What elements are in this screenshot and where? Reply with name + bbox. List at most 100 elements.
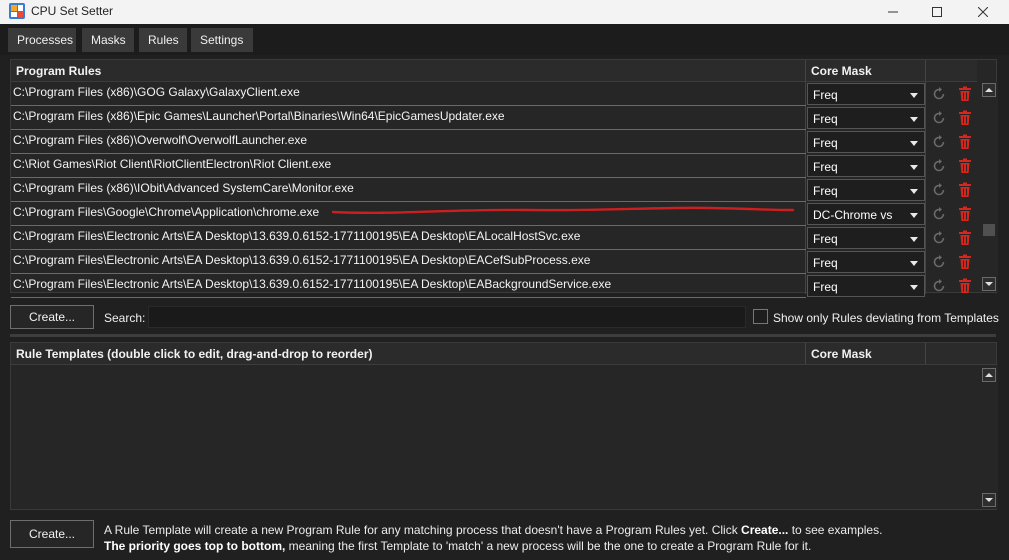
tab-masks[interactable]: Masks — [82, 28, 134, 52]
trash-icon[interactable] — [954, 251, 976, 273]
program-rule-row[interactable]: C:\Program Files (x86)\Epic Games\Launch… — [11, 106, 977, 130]
core-mask-value: DC-Chrome vs — [813, 208, 893, 222]
trash-icon[interactable] — [954, 155, 976, 177]
rule-path: C:\Program Files\Electronic Arts\EA Desk… — [13, 253, 591, 267]
info-line2-text: meaning the first Template to 'match' a … — [285, 539, 812, 553]
core-mask-value: Freq — [813, 112, 838, 126]
core-mask-value: Freq — [813, 232, 838, 246]
trash-icon[interactable] — [954, 131, 976, 153]
rule-templates-header: Rule Templates (double click to edit, dr… — [11, 343, 805, 365]
template-info-text: A Rule Template will create a new Progra… — [104, 522, 882, 554]
core-mask-value: Freq — [813, 88, 838, 102]
actions-header — [925, 60, 977, 82]
core-mask-dropdown[interactable]: Freq — [807, 251, 925, 273]
rule-templates-scrollbar[interactable] — [980, 365, 998, 509]
minimize-button[interactable] — [870, 0, 916, 24]
core-mask-value: Freq — [813, 256, 838, 270]
chevron-down-icon — [910, 93, 918, 98]
core-mask-dropdown[interactable]: Freq — [807, 275, 925, 297]
rule-path: C:\Program Files\Google\Chrome\Applicati… — [13, 205, 320, 219]
info-line1-text: A Rule Template will create a new Progra… — [104, 523, 742, 537]
program-rule-row[interactable]: C:\Program Files (x86)\IObit\Advanced Sy… — [11, 178, 977, 202]
core-mask-dropdown[interactable]: Freq — [807, 179, 925, 201]
search-input[interactable] — [148, 306, 746, 328]
refresh-icon[interactable] — [928, 107, 950, 129]
rule-path: C:\Program Files (x86)\IObit\Advanced Sy… — [13, 181, 354, 195]
annotation-underline — [331, 206, 795, 215]
create-template-button[interactable]: Create... — [10, 520, 94, 548]
refresh-icon[interactable] — [928, 275, 950, 297]
show-deviating-label: Show only Rules deviating from Templates — [773, 311, 999, 325]
tab-settings[interactable]: Settings — [191, 28, 253, 52]
chevron-down-icon — [910, 117, 918, 122]
trash-icon[interactable] — [954, 107, 976, 129]
program-rules-panel: Program Rules Core Mask C:\Program Files… — [10, 59, 998, 298]
rule-path: C:\Program Files (x86)\Epic Games\Launch… — [13, 109, 505, 123]
info-priority-emphasis: The priority goes top to bottom, — [104, 539, 286, 553]
core-mask-dropdown[interactable]: Freq — [807, 83, 925, 105]
show-deviating-checkbox[interactable] — [753, 309, 768, 324]
core-mask-dropdown[interactable]: Freq — [807, 107, 925, 129]
program-rule-row[interactable]: C:\Program Files\Electronic Arts\EA Desk… — [11, 274, 977, 298]
core-mask-header: Core Mask — [805, 60, 925, 82]
program-rules-scrollbar[interactable] — [980, 82, 998, 292]
close-button[interactable] — [960, 0, 1006, 24]
core-mask-dropdown[interactable]: Freq — [807, 155, 925, 177]
refresh-icon[interactable] — [928, 227, 950, 249]
rule-path: C:\Program Files\Electronic Arts\EA Desk… — [13, 277, 612, 291]
rule-path: C:\Riot Games\Riot Client\RiotClientElec… — [13, 157, 332, 171]
scroll-thumb[interactable] — [983, 224, 995, 236]
core-mask-value: Freq — [813, 136, 838, 150]
rule-path: C:\Program Files (x86)\GOG Galaxy\Galaxy… — [13, 85, 300, 99]
tab-processes[interactable]: Processes — [8, 28, 76, 52]
core-mask-dropdown[interactable]: Freq — [807, 131, 925, 153]
refresh-icon[interactable] — [928, 155, 950, 177]
trash-icon[interactable] — [954, 83, 976, 105]
refresh-icon[interactable] — [928, 179, 950, 201]
rule-path: C:\Program Files\Electronic Arts\EA Desk… — [13, 229, 581, 243]
trash-icon[interactable] — [954, 203, 976, 225]
refresh-icon[interactable] — [928, 251, 950, 273]
program-rule-row[interactable]: C:\Program Files\Electronic Arts\EA Desk… — [11, 226, 977, 250]
refresh-icon[interactable] — [928, 203, 950, 225]
scroll-down-button[interactable] — [982, 493, 996, 507]
tab-bar: Processes Masks Rules Settings — [0, 24, 1009, 55]
program-rule-row[interactable]: C:\Program Files\Electronic Arts\EA Desk… — [11, 250, 977, 274]
scroll-up-button[interactable] — [982, 368, 996, 382]
tab-rules[interactable]: Rules — [139, 28, 187, 52]
cpu-app-icon — [8, 2, 26, 20]
program-rules-header: Program Rules — [11, 60, 805, 82]
program-rule-row[interactable]: C:\Program Files (x86)\GOG Galaxy\Galaxy… — [11, 82, 977, 106]
core-mask-value: Freq — [813, 160, 838, 174]
template-core-mask-header: Core Mask — [805, 343, 925, 365]
chevron-down-icon — [910, 141, 918, 146]
search-label: Search: — [104, 311, 146, 325]
scroll-down-button[interactable] — [982, 277, 996, 291]
template-actions-header — [925, 343, 996, 365]
core-mask-dropdown[interactable]: DC-Chrome vs — [807, 203, 925, 225]
program-rule-row[interactable]: C:\Program Files (x86)\Overwolf\Overwolf… — [11, 130, 977, 154]
splitter[interactable] — [10, 334, 996, 337]
refresh-icon[interactable] — [928, 131, 950, 153]
chevron-down-icon — [910, 189, 918, 194]
chevron-down-icon — [910, 237, 918, 242]
info-line1-end: to see examples. — [788, 523, 883, 537]
create-rule-button[interactable]: Create... — [10, 305, 94, 329]
chevron-down-icon — [910, 165, 918, 170]
rule-path: C:\Program Files (x86)\Overwolf\Overwolf… — [13, 133, 308, 147]
window-title: CPU Set Setter — [31, 4, 114, 18]
title-bar: CPU Set Setter — [0, 0, 1009, 24]
rule-templates-panel: Rule Templates (double click to edit, dr… — [10, 342, 998, 510]
trash-icon[interactable] — [954, 227, 976, 249]
scroll-up-button[interactable] — [982, 83, 996, 97]
program-rule-row[interactable]: C:\Riot Games\Riot Client\RiotClientElec… — [11, 154, 977, 178]
row-divider — [11, 297, 806, 298]
refresh-icon[interactable] — [928, 83, 950, 105]
core-mask-dropdown[interactable]: Freq — [807, 227, 925, 249]
trash-icon[interactable] — [954, 179, 976, 201]
chevron-down-icon — [910, 285, 918, 290]
chevron-down-icon — [910, 261, 918, 266]
trash-icon[interactable] — [954, 275, 976, 297]
maximize-button[interactable] — [914, 0, 960, 24]
core-mask-value: Freq — [813, 184, 838, 198]
